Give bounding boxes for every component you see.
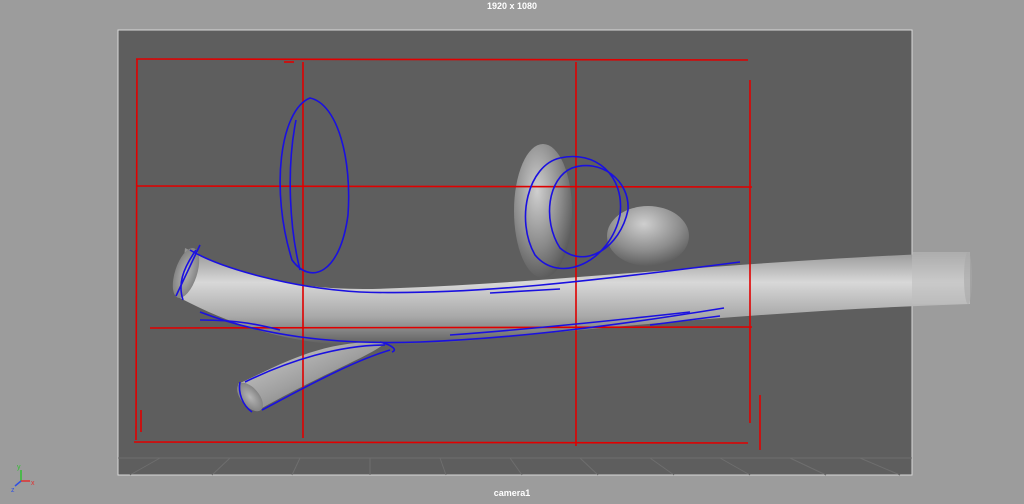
leaf-mesh[interactable] [514,144,572,278]
maya-viewport-panel[interactable]: 1920 x 1080 y x z camera1 [0,0,1024,504]
camera-name-label: camera1 [493,488,531,498]
axis-y-label: y [17,464,21,471]
film-gate [117,29,913,476]
axis-x-label: x [31,480,35,487]
viewport-scene[interactable]: y x z [0,0,1024,504]
